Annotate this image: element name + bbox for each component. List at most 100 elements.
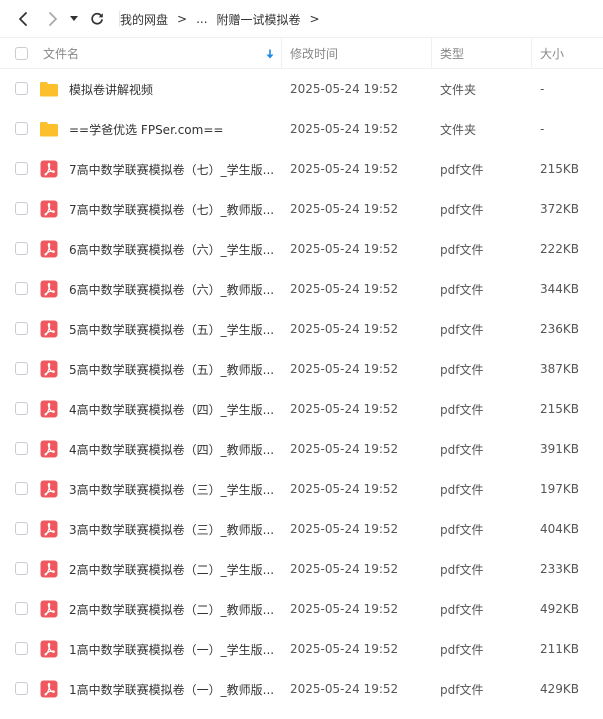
pdf-icon xyxy=(39,599,59,619)
row-checkbox[interactable] xyxy=(15,562,28,575)
pdf-icon xyxy=(39,199,59,219)
row-checkbox[interactable] xyxy=(15,602,28,615)
file-size: 387KB xyxy=(540,362,580,376)
file-size: 211KB xyxy=(540,642,580,656)
column-header-size[interactable]: 大小 xyxy=(540,38,564,69)
column-header-modified[interactable]: 修改时间 xyxy=(290,38,338,69)
file-name[interactable]: 7高中数学联赛模拟卷（七）_教师版... xyxy=(69,189,274,229)
refresh-button[interactable] xyxy=(84,6,110,32)
file-name[interactable]: 3高中数学联赛模拟卷（三）_学生版... xyxy=(69,469,274,509)
pdf-icon xyxy=(39,479,59,499)
file-modified: 2025-05-24 19:52 xyxy=(290,642,399,656)
file-row[interactable]: 3高中数学联赛模拟卷（三）_学生版... 2025-05-24 19:52 pd… xyxy=(0,469,603,509)
file-list-header: 文件名 修改时间 类型 大小 xyxy=(0,38,603,69)
row-checkbox[interactable] xyxy=(15,362,28,375)
file-name[interactable]: 2高中数学联赛模拟卷（二）_学生版... xyxy=(69,549,274,589)
file-name[interactable]: 5高中数学联赛模拟卷（五）_教师版... xyxy=(69,349,274,389)
breadcrumb-root[interactable]: 我的网盘 xyxy=(120,11,168,28)
column-divider[interactable] xyxy=(531,38,532,69)
row-checkbox[interactable] xyxy=(15,242,28,255)
pdf-icon xyxy=(39,319,59,339)
breadcrumb-current[interactable]: 附赠一试模拟卷 xyxy=(217,11,301,28)
file-name[interactable]: 4高中数学联赛模拟卷（四）_学生版... xyxy=(69,389,274,429)
forward-button[interactable] xyxy=(40,6,66,32)
row-checkbox[interactable] xyxy=(15,162,28,175)
file-name[interactable]: 1高中数学联赛模拟卷（一）_学生版... xyxy=(69,629,274,669)
file-name[interactable]: 2高中数学联赛模拟卷（二）_教师版... xyxy=(69,589,274,629)
file-size: 215KB xyxy=(540,402,580,416)
column-header-type[interactable]: 类型 xyxy=(440,38,464,69)
file-size: 236KB xyxy=(540,322,580,336)
row-checkbox[interactable] xyxy=(15,282,28,295)
row-checkbox[interactable] xyxy=(15,202,28,215)
column-divider[interactable] xyxy=(281,38,282,69)
row-checkbox[interactable] xyxy=(15,82,28,95)
file-type: 文件夹 xyxy=(440,122,477,137)
row-checkbox[interactable] xyxy=(15,322,28,335)
file-row[interactable]: ==学爸优选 FPSer.com== 2025-05-24 19:52 文件夹 … xyxy=(0,109,603,149)
file-row[interactable]: 3高中数学联赛模拟卷（三）_教师版... 2025-05-24 19:52 pd… xyxy=(0,509,603,549)
file-name[interactable]: 7高中数学联赛模拟卷（七）_学生版... xyxy=(69,149,274,189)
row-checkbox[interactable] xyxy=(15,402,28,415)
file-type: pdf文件 xyxy=(440,682,484,697)
file-type: pdf文件 xyxy=(440,402,484,417)
file-name[interactable]: ==学爸优选 FPSer.com== xyxy=(69,109,223,149)
file-row[interactable]: 2高中数学联赛模拟卷（二）_教师版... 2025-05-24 19:52 pd… xyxy=(0,589,603,629)
file-row[interactable]: 5高中数学联赛模拟卷（五）_教师版... 2025-05-24 19:52 pd… xyxy=(0,349,603,389)
file-modified: 2025-05-24 19:52 xyxy=(290,282,399,296)
pdf-icon xyxy=(39,159,59,179)
file-row[interactable]: 7高中数学联赛模拟卷（七）_教师版... 2025-05-24 19:52 pd… xyxy=(0,189,603,229)
file-row[interactable]: 2高中数学联赛模拟卷（二）_学生版... 2025-05-24 19:52 pd… xyxy=(0,549,603,589)
file-size: 492KB xyxy=(540,602,580,616)
select-all-checkbox[interactable] xyxy=(15,47,28,60)
file-size: 197KB xyxy=(540,482,580,496)
column-header-name[interactable]: 文件名 xyxy=(43,38,79,69)
file-row[interactable]: 模拟卷讲解视频 2025-05-24 19:52 文件夹 - xyxy=(0,69,603,109)
file-modified: 2025-05-24 19:52 xyxy=(290,402,399,416)
file-name[interactable]: 4高中数学联赛模拟卷（四）_教师版... xyxy=(69,429,274,469)
file-row[interactable]: 6高中数学联赛模拟卷（六）_教师版... 2025-05-24 19:52 pd… xyxy=(0,269,603,309)
file-name[interactable]: 6高中数学联赛模拟卷（六）_学生版... xyxy=(69,229,274,269)
file-modified: 2025-05-24 19:52 xyxy=(290,122,399,136)
history-dropdown-button[interactable] xyxy=(64,6,84,32)
file-name[interactable]: 1高中数学联赛模拟卷（一）_教师版... xyxy=(69,669,274,709)
file-name[interactable]: 5高中数学联赛模拟卷（五）_学生版... xyxy=(69,309,274,349)
row-checkbox[interactable] xyxy=(15,642,28,655)
file-type: pdf文件 xyxy=(440,202,484,217)
folder-icon xyxy=(39,119,59,139)
arrow-down-icon xyxy=(266,49,274,58)
pdf-icon xyxy=(39,279,59,299)
file-size: 429KB xyxy=(540,682,580,696)
file-size: 233KB xyxy=(540,562,580,576)
file-modified: 2025-05-24 19:52 xyxy=(290,602,399,616)
row-checkbox[interactable] xyxy=(15,122,28,135)
row-checkbox[interactable] xyxy=(15,482,28,495)
file-type: pdf文件 xyxy=(440,322,484,337)
row-checkbox[interactable] xyxy=(15,682,28,695)
file-modified: 2025-05-24 19:52 xyxy=(290,242,399,256)
file-row[interactable]: 4高中数学联赛模拟卷（四）_教师版... 2025-05-24 19:52 pd… xyxy=(0,429,603,469)
file-row[interactable]: 6高中数学联赛模拟卷（六）_学生版... 2025-05-24 19:52 pd… xyxy=(0,229,603,269)
file-row[interactable]: 1高中数学联赛模拟卷（一）_教师版... 2025-05-24 19:52 pd… xyxy=(0,669,603,709)
file-modified: 2025-05-24 19:52 xyxy=(290,82,399,96)
sort-indicator[interactable] xyxy=(266,38,274,69)
file-modified: 2025-05-24 19:52 xyxy=(290,522,399,536)
file-row[interactable]: 1高中数学联赛模拟卷（一）_学生版... 2025-05-24 19:52 pd… xyxy=(0,629,603,669)
file-row[interactable]: 4高中数学联赛模拟卷（四）_学生版... 2025-05-24 19:52 pd… xyxy=(0,389,603,429)
row-checkbox[interactable] xyxy=(15,442,28,455)
file-name[interactable]: 6高中数学联赛模拟卷（六）_教师版... xyxy=(69,269,274,309)
file-row[interactable]: 7高中数学联赛模拟卷（七）_学生版... 2025-05-24 19:52 pd… xyxy=(0,149,603,189)
file-modified: 2025-05-24 19:52 xyxy=(290,562,399,576)
back-button[interactable] xyxy=(10,6,36,32)
file-size: 222KB xyxy=(540,242,580,256)
row-checkbox[interactable] xyxy=(15,522,28,535)
file-name[interactable]: 3高中数学联赛模拟卷（三）_教师版... xyxy=(69,509,274,549)
column-divider[interactable] xyxy=(431,38,432,69)
chevron-right-icon xyxy=(49,12,57,26)
file-row[interactable]: 5高中数学联赛模拟卷（五）_学生版... 2025-05-24 19:52 pd… xyxy=(0,309,603,349)
breadcrumb-ellipsis[interactable]: ... xyxy=(196,12,207,26)
file-type: pdf文件 xyxy=(440,522,484,537)
file-name[interactable]: 模拟卷讲解视频 xyxy=(69,69,153,109)
file-type: pdf文件 xyxy=(440,242,484,257)
file-type: pdf文件 xyxy=(440,482,484,497)
